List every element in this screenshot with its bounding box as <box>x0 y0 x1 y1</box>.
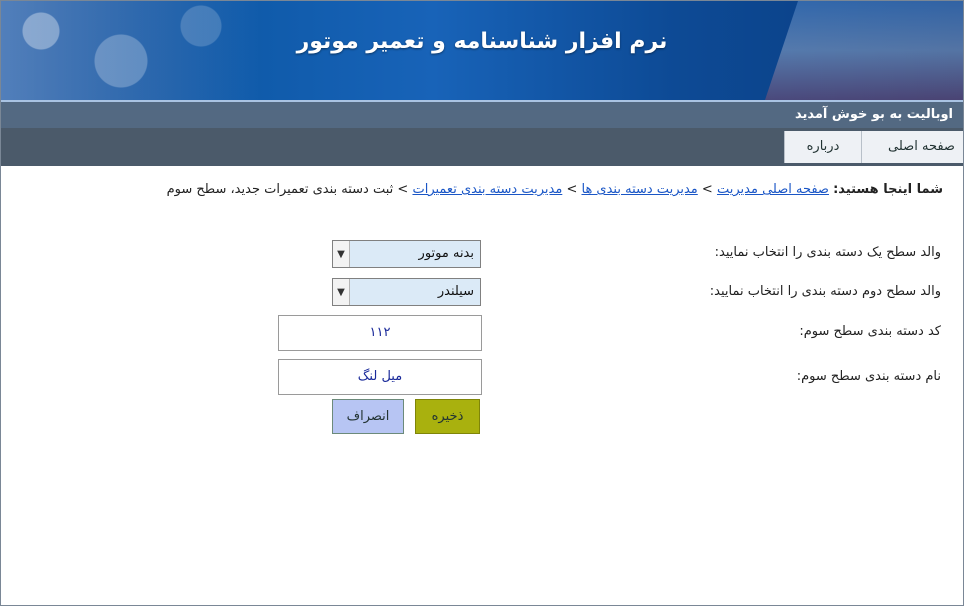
welcome-bar: اوبالیت به بو خوش آمدید <box>1 102 963 128</box>
breadcrumb-link-admin-home[interactable]: صفحه اصلی مدیریت <box>717 182 829 197</box>
level2-label: والد سطح دوم دسته بندی را انتخاب نمایید: <box>709 284 941 299</box>
menu-bar: صفحه اصلی درباره <box>1 128 963 166</box>
level1-select-value: بدنه موتور <box>418 246 474 261</box>
breadcrumb-current: ثبت دسته بندی تعمیرات جدید، سطح سوم <box>166 182 394 197</box>
app-title: نرم افزار شناسنامه و تعمیر موتور <box>296 29 668 54</box>
level2-select[interactable]: سیلندر ▼ <box>332 278 481 306</box>
header-banner: نرم افزار شناسنامه و تعمیر موتور <box>1 1 963 100</box>
code-label: کد دسته بندی سطح سوم: <box>799 324 941 339</box>
breadcrumb-link-categories[interactable]: مدیریت دسته بندی ها <box>581 182 697 197</box>
breadcrumb: شما اینجا هستید: صفحه اصلی مدیریت > مدیر… <box>21 182 943 197</box>
app-window: نرم افزار شناسنامه و تعمیر موتور اوبالیت… <box>0 0 964 606</box>
chevron-down-icon[interactable]: ▼ <box>333 279 350 305</box>
menu-item-home[interactable]: صفحه اصلی <box>861 131 963 163</box>
breadcrumb-link-repair-categories[interactable]: مدیریت دسته بندی تعمیرات <box>412 182 562 197</box>
code-input[interactable]: ۱۱۲ <box>278 315 482 351</box>
breadcrumb-separator: > <box>397 182 409 197</box>
breadcrumb-separator: > <box>701 182 713 197</box>
breadcrumb-separator: > <box>566 182 578 197</box>
chevron-down-icon[interactable]: ▼ <box>333 241 350 267</box>
breadcrumb-lead: شما اینجا هستید: <box>833 182 943 197</box>
level1-select[interactable]: بدنه موتور ▼ <box>332 240 481 268</box>
save-button[interactable]: ذخیره <box>415 399 480 434</box>
level2-select-value: سیلندر <box>437 284 474 299</box>
cancel-button[interactable]: انصراف <box>332 399 404 434</box>
menu-item-about[interactable]: درباره <box>784 131 861 163</box>
name-label: نام دسته بندی سطح سوم: <box>796 369 941 384</box>
name-input[interactable]: میل لنگ <box>278 359 482 395</box>
level1-label: والد سطح یک دسته بندی را انتخاب نمایید: <box>714 245 941 260</box>
